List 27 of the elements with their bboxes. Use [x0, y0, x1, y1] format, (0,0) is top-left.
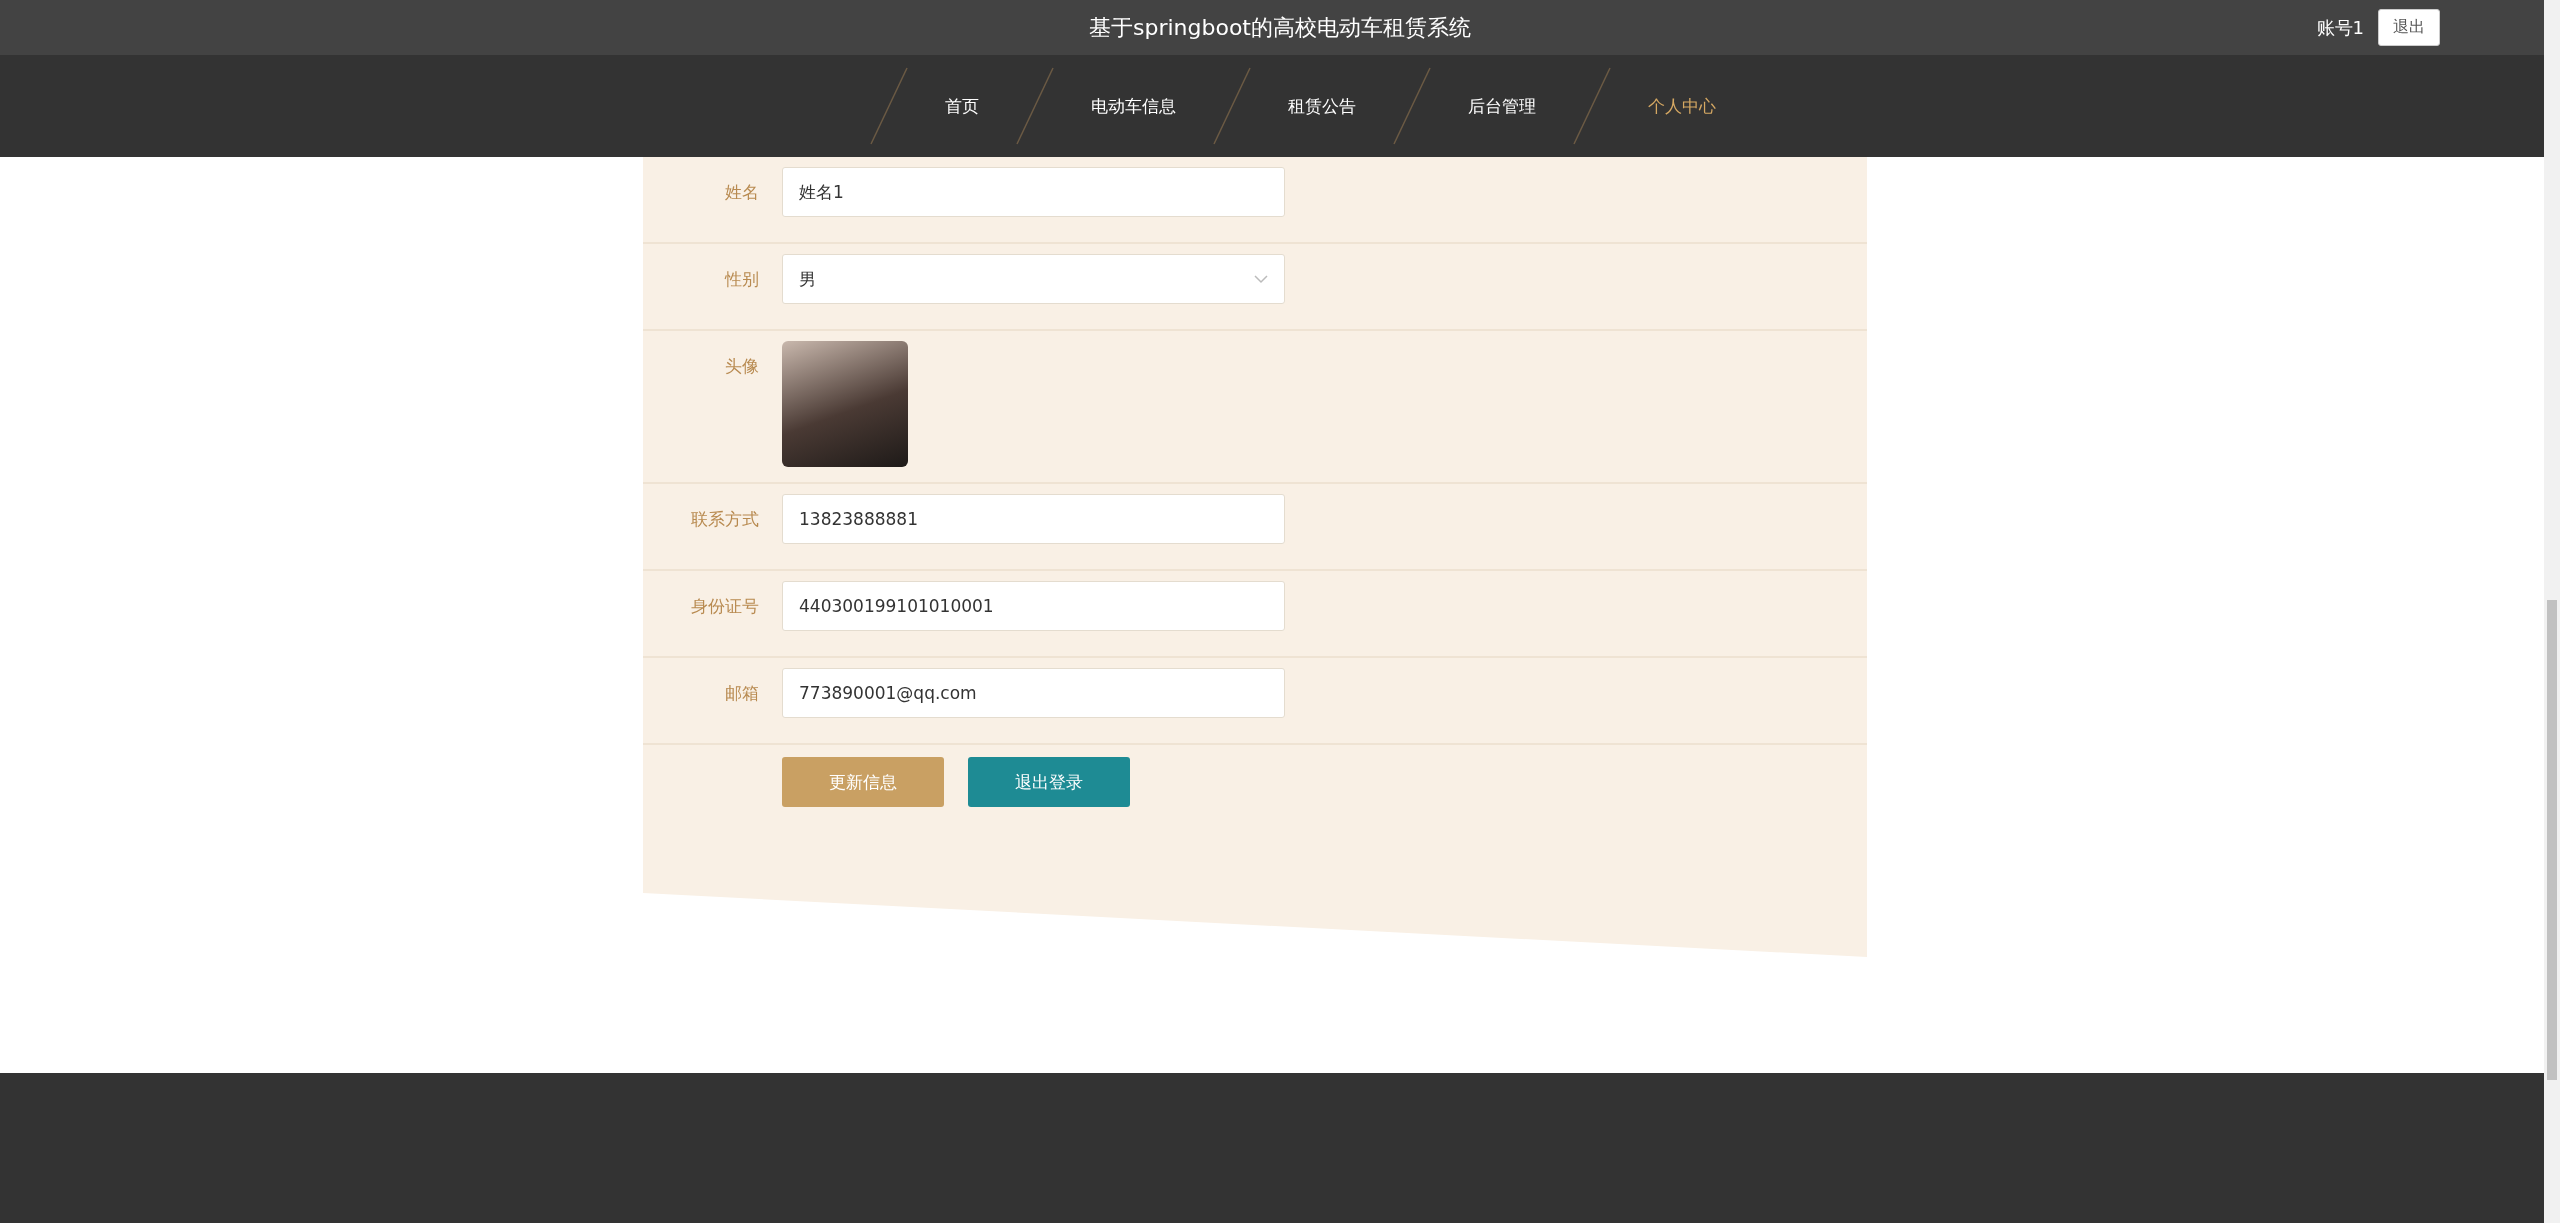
field-label: 身份证号 [690, 595, 759, 618]
input-field[interactable]: 440300199101010001 [782, 581, 1285, 631]
field-label: 姓名 [724, 181, 759, 204]
scrollbar[interactable] [2544, 0, 2560, 1223]
account-name: 账号1 [2316, 15, 2364, 40]
field-label: 联系方式 [690, 508, 759, 531]
field-label: 头像 [724, 355, 759, 378]
nav-link[interactable]: 后台管理 [1431, 94, 1572, 118]
field-label: 邮箱 [724, 682, 759, 705]
chevron-down-icon [1254, 274, 1268, 284]
nav-link[interactable]: 电动车信息 [1054, 94, 1212, 118]
slash-divider-icon [1391, 66, 1432, 146]
nav-link[interactable]: 个人中心 [1611, 94, 1752, 118]
select-field[interactable]: 男 [782, 254, 1285, 304]
field-label: 性别 [723, 268, 759, 291]
slash-divider-icon [1571, 66, 1612, 146]
nav-link[interactable]: 租赁公告 [1251, 94, 1392, 118]
slash-divider-icon [1211, 66, 1252, 146]
slash-divider-icon [1014, 66, 1055, 146]
logout-button[interactable]: 退出 [2378, 9, 2440, 46]
logout-button[interactable]: 退出登录 [968, 757, 1130, 807]
input-field[interactable]: 773890001@qq.com [782, 668, 1285, 718]
slash-divider-icon [868, 66, 909, 146]
site-title: 基于springboot的高校电动车租赁系统 [1089, 13, 1471, 42]
input-field[interactable]: 13823888881 [782, 494, 1285, 544]
nav-link[interactable]: 首页 [908, 94, 1015, 118]
input-field[interactable]: 姓名1 [782, 167, 1285, 217]
